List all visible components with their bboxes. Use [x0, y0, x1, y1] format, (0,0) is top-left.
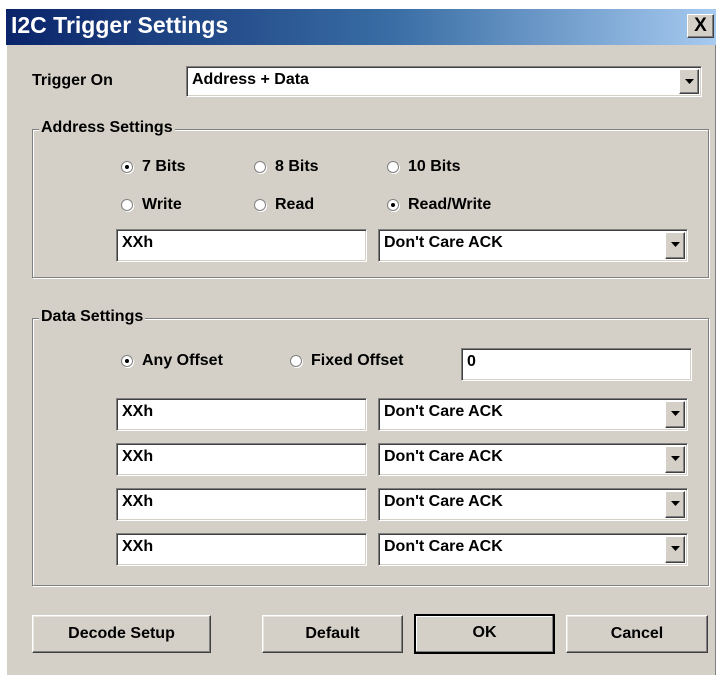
data-value: XXh — [122, 493, 154, 510]
radio-any-offset[interactable]: Any Offset — [121, 352, 223, 370]
data-ack-select-1[interactable]: Don't Care ACK — [378, 398, 688, 431]
data-input-3[interactable]: XXh — [116, 488, 367, 521]
radio-7-bits[interactable]: 7 Bits — [121, 158, 186, 176]
chevron-down-icon[interactable] — [665, 446, 685, 473]
data-input-2[interactable]: XXh — [116, 443, 367, 476]
address-input[interactable]: XXh — [116, 229, 367, 262]
address-ack-value: Don't Care ACK — [384, 234, 503, 251]
data-value: XXh — [122, 538, 154, 555]
radio-label: Read/Write — [408, 196, 492, 213]
radio-read-write[interactable]: Read/Write — [387, 196, 491, 214]
chevron-down-icon[interactable] — [665, 401, 685, 428]
chevron-down-icon[interactable] — [665, 232, 685, 259]
data-ack-value: Don't Care ACK — [384, 538, 503, 555]
data-ack-value: Don't Care ACK — [384, 493, 503, 510]
data-ack-select-2[interactable]: Don't Care ACK — [378, 443, 688, 476]
trigger-on-value: Address + Data — [192, 71, 309, 88]
data-input-1[interactable]: XXh — [116, 398, 367, 431]
radio-circle — [121, 199, 133, 211]
data-value: XXh — [122, 448, 154, 465]
close-icon: X — [694, 15, 707, 36]
chevron-down-icon[interactable] — [679, 69, 699, 94]
data-value: XXh — [122, 403, 154, 420]
data-settings-title: Data Settings — [39, 308, 146, 326]
data-ack-value: Don't Care ACK — [384, 403, 503, 420]
close-button[interactable]: X — [687, 14, 714, 38]
radio-circle — [121, 355, 133, 367]
cancel-button[interactable]: Cancel — [566, 615, 708, 653]
decode-setup-button[interactable]: Decode Setup — [32, 615, 211, 653]
radio-circle — [121, 161, 133, 173]
address-value: XXh — [122, 234, 154, 251]
radio-label: Write — [142, 196, 182, 213]
radio-label: Any Offset — [142, 352, 223, 369]
chevron-down-icon[interactable] — [665, 491, 685, 518]
radio-circle — [290, 355, 302, 367]
radio-read[interactable]: Read — [254, 196, 314, 214]
radio-circle — [387, 199, 399, 211]
data-ack-select-3[interactable]: Don't Care ACK — [378, 488, 688, 521]
ok-button[interactable]: OK — [414, 614, 555, 654]
data-ack-value: Don't Care ACK — [384, 448, 503, 465]
offset-value: 0 — [467, 353, 476, 370]
offset-input[interactable]: 0 — [461, 348, 692, 381]
radio-label: Fixed Offset — [311, 352, 404, 369]
radio-circle — [254, 199, 266, 211]
default-button[interactable]: Default — [262, 615, 403, 653]
address-settings-title: Address Settings — [39, 119, 175, 137]
radio-fixed-offset[interactable]: Fixed Offset — [290, 352, 403, 370]
radio-label: 10 Bits — [408, 158, 461, 175]
radio-circle — [254, 161, 266, 173]
radio-label: Read — [275, 196, 315, 213]
radio-label: 8 Bits — [275, 158, 319, 175]
trigger-on-select[interactable]: Address + Data — [186, 66, 702, 97]
window-title: I2C Trigger Settings — [11, 12, 229, 38]
data-ack-select-4[interactable]: Don't Care ACK — [378, 533, 688, 566]
radio-write[interactable]: Write — [121, 196, 182, 214]
data-input-4[interactable]: XXh — [116, 533, 367, 566]
chevron-down-icon[interactable] — [665, 536, 685, 563]
radio-8-bits[interactable]: 8 Bits — [254, 158, 319, 176]
trigger-on-label: Trigger On — [32, 72, 113, 89]
title-bar[interactable]: I2C Trigger Settings X — [6, 9, 716, 45]
radio-10-bits[interactable]: 10 Bits — [387, 158, 460, 176]
radio-label: 7 Bits — [142, 158, 186, 175]
radio-circle — [387, 161, 399, 173]
address-ack-select[interactable]: Don't Care ACK — [378, 229, 688, 262]
